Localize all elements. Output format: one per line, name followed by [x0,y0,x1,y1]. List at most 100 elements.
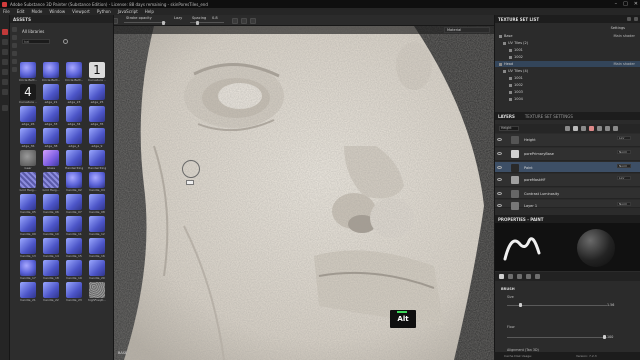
menu-python[interactable]: Python [97,9,111,14]
menu-viewport[interactable]: Viewport [72,9,90,14]
brush-size-handle[interactable] [519,303,522,307]
asset-item[interactable]: handle_12 [88,216,106,236]
asset-item[interactable]: handle_06 [42,194,60,214]
visibility-eye-icon[interactable] [497,178,502,181]
layer-row[interactable]: Paint Norm [495,162,640,173]
extra-tab-icon[interactable] [535,274,540,279]
alpha-tab-icon[interactable] [517,274,522,279]
texture-set-row[interactable]: 1002 [495,82,640,88]
blend-mode-select[interactable]: Norm [617,164,631,168]
blend-mode-select[interactable]: Norm [617,150,631,154]
asset-item[interactable]: handle_19 [65,260,83,280]
brushes-icon[interactable] [12,51,17,56]
add-folder-icon[interactable] [597,126,602,131]
asset-item[interactable]: handle_21 [19,282,37,302]
asset-item[interactable]: Grid Heig... [42,172,60,192]
asset-item[interactable]: handle_16 [88,238,106,258]
asset-item[interactable]: edge_36 [19,128,37,148]
asset-item[interactable]: edge_9 [88,128,106,148]
texture-set-row[interactable]: 1001 [495,75,640,81]
asset-item[interactable]: handle_20 [88,260,106,280]
blend-mode-select[interactable]: Linr [617,136,631,140]
layer-row[interactable]: Contrast Luminosity [495,188,640,199]
blend-mode-select[interactable]: Linr [617,176,631,180]
texture-set-row[interactable]: Head Main shader [495,61,640,67]
menu-file[interactable]: File [3,9,10,14]
add-mask-icon[interactable] [573,126,578,131]
brush-flow-slider[interactable] [507,337,607,338]
asset-item[interactable]: handle_04 [88,172,106,192]
asset-item[interactable]: handle_15 [65,238,83,258]
asset-item[interactable]: handle_09 [19,216,37,236]
asset-item[interactable]: handle_08 [88,194,106,214]
layers-tab[interactable]: LAYERS [498,114,515,119]
layer-row[interactable]: Layer 1 Norm [495,200,640,210]
menu-edit[interactable]: Edit [17,9,25,14]
asset-item[interactable]: Gear [19,150,37,170]
asset-item[interactable]: 1 Curvature ... [88,62,106,82]
texture-set-row[interactable]: 1004 [495,96,640,102]
asset-item[interactable]: edge_26 [19,106,37,126]
smart-materials-icon[interactable] [12,43,17,48]
texture-set-row[interactable]: UV Tiles (4) [495,68,640,74]
add-effect-icon[interactable] [565,126,570,131]
settings-icon[interactable] [250,18,256,24]
texture-set-row[interactable]: 1001 [495,47,640,53]
asset-item[interactable]: 4 Curvature ... [19,84,37,104]
asset-item[interactable]: handle_05 [19,194,37,214]
color-picker-icon[interactable] [2,89,8,95]
menu-javascript[interactable]: JavaScript [118,9,138,14]
asset-item[interactable]: edge_34 [65,106,83,126]
brush-tab-icon[interactable] [499,274,504,279]
menu-help[interactable]: Help [145,9,154,14]
spacing-slider-handle[interactable] [196,20,199,25]
asset-item[interactable]: handle_11 [65,216,83,236]
asset-item[interactable]: handle_13 [19,238,37,258]
viewport-mode-select[interactable]: Material [444,27,490,33]
stencil-tab-icon[interactable] [526,274,531,279]
clone-tool-icon[interactable] [2,79,8,85]
texture-set-row[interactable]: Base Main shader [495,33,640,39]
measure-tool-icon[interactable] [2,105,8,111]
brush-size-slider[interactable] [507,305,607,306]
paint-tool-icon[interactable] [2,29,8,35]
layer-row[interactable]: poreMaskHF Linr [495,174,640,187]
asset-item[interactable]: Glass [42,150,60,170]
mirror-icon[interactable] [241,18,247,24]
blend-mode-select[interactable]: Norm [617,202,631,206]
delete-layer-icon[interactable] [613,126,618,131]
add-fill-layer-icon[interactable] [581,126,586,131]
add-paint-layer-icon[interactable] [589,126,594,131]
asset-item[interactable]: handle_07 [65,194,83,214]
duplicate-layer-icon[interactable] [605,126,610,131]
visibility-eye-icon[interactable] [497,192,502,195]
polygon-fill-icon[interactable] [2,59,8,65]
visibility-eye-icon[interactable] [497,138,502,141]
materials-icon[interactable] [12,35,17,40]
material-tab-icon[interactable] [508,274,513,279]
asset-item[interactable]: handle_18 [42,260,60,280]
library-icon[interactable] [12,27,17,32]
texture-set-settings-button[interactable]: Settings [611,26,625,30]
shader-select[interactable]: Main shader [614,62,635,66]
search-icon[interactable] [63,39,68,44]
layer-row[interactable]: porePrimaryBase Norm [495,148,640,161]
asset-item[interactable]: edge_23 [65,84,83,104]
projection-tool-icon[interactable] [2,49,8,55]
asset-item[interactable]: edge_21 [42,84,60,104]
menu-window[interactable]: Window [49,9,65,14]
panel-close-icon[interactable] [634,17,638,21]
asset-item[interactable]: edge_25 [88,84,106,104]
asset-item[interactable]: Grid Heig... [19,172,37,192]
eraser-tool-icon[interactable] [2,39,8,45]
texture-set-row[interactable]: UV Tiles (2) [495,40,640,46]
minimize-button[interactable]: – [615,1,618,7]
texture-set-row[interactable]: 1003 [495,89,640,95]
asset-item[interactable]: handle_02 [65,172,83,192]
asset-item[interactable]: edge_38 [42,128,60,148]
library-selector[interactable]: All libraries [22,29,44,34]
alphas-icon[interactable] [12,59,17,64]
channel-select[interactable]: Height [499,126,519,131]
visibility-eye-icon[interactable] [497,166,502,169]
visibility-eye-icon[interactable] [497,204,502,207]
